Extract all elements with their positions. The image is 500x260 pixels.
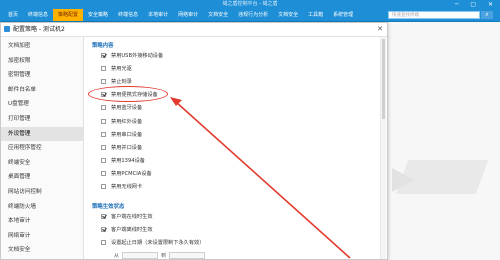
- annotation-arrow: [170, 97, 351, 259]
